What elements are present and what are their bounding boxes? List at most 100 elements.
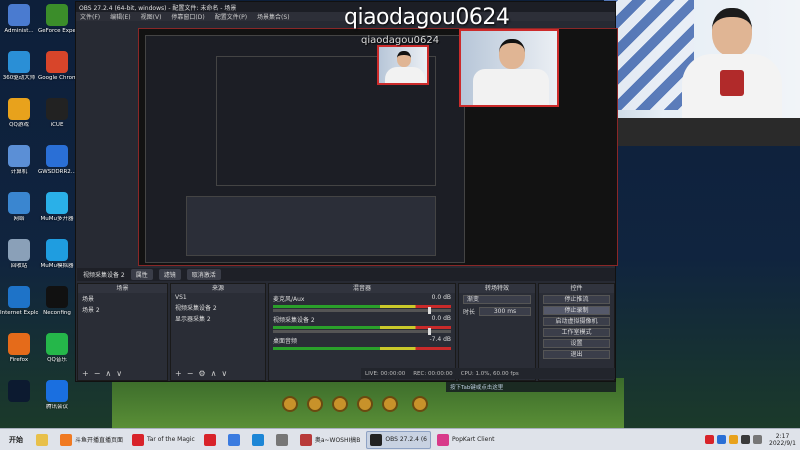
explorer-icon xyxy=(36,433,48,446)
desktop-icon-label: MuMu多开器 xyxy=(40,216,74,222)
source-item[interactable]: 视频采集设备 2 xyxy=(171,302,265,313)
start-button[interactable]: 开始 xyxy=(2,431,30,449)
menu-profile[interactable]: 配置文件(P) xyxy=(215,12,247,21)
settings-button[interactable]: 设置 xyxy=(543,339,610,348)
tray-keyboard-icon[interactable] xyxy=(717,435,727,444)
taskbar-button-label: 斗鱼开播直播页面 xyxy=(75,437,124,444)
tray-antivirus-icon[interactable] xyxy=(705,435,715,444)
desktop-icon-label: 360驱动大师 xyxy=(2,75,36,81)
taskbar-button[interactable] xyxy=(201,431,222,449)
taskbar-button[interactable]: 斗鱼开播直播页面 xyxy=(57,431,126,449)
menu-view[interactable]: 视图(V) xyxy=(141,12,162,21)
transitions-title: 转场特效 xyxy=(459,284,535,293)
desktop-icon[interactable]: GWSDDRR2... xyxy=(38,145,76,175)
blue-square-icon xyxy=(46,145,68,167)
volume-meter xyxy=(273,347,451,350)
nested-webcam-thumb xyxy=(377,45,429,85)
source-item[interactable]: 显示器采集 2 xyxy=(171,313,265,324)
desktop-icon[interactable]: QQ游戏 xyxy=(0,98,38,128)
studio-mode-button[interactable]: 工作室模式 xyxy=(543,328,610,337)
channel-name: 视频采集设备 2 xyxy=(273,317,315,324)
desktop-icon[interactable]: 网络 xyxy=(0,192,38,222)
transition-select[interactable]: 渐变 xyxy=(463,295,531,304)
webcam-source-thumb[interactable] xyxy=(459,29,559,107)
game-ui-icon xyxy=(307,396,323,412)
blue-circle-icon xyxy=(251,433,264,446)
deactivate-button[interactable]: 取消激活 xyxy=(186,269,221,280)
desktop-icon[interactable]: MuMu模拟器 xyxy=(38,239,76,269)
desktop-icon[interactable]: 计算机 xyxy=(0,145,38,175)
desktop-icon[interactable]: Firefox xyxy=(0,333,38,363)
obs-preview[interactable] xyxy=(138,28,618,266)
filters-button[interactable]: 滤镜 xyxy=(158,269,181,280)
source-toolbar: 视频采集设备 2 属性 滤镜 取消激活 xyxy=(77,268,615,281)
desktop-icon[interactable]: 腾讯会议 xyxy=(38,380,76,410)
desktop-icon-label: 腾讯会议 xyxy=(45,404,68,410)
tray-volume-icon[interactable] xyxy=(753,435,763,444)
volume-slider[interactable] xyxy=(273,307,451,314)
scenes-add-remove-icons[interactable]: +−∧∨ xyxy=(82,369,127,378)
sources-add-remove-icons[interactable]: +−⚙∧∨ xyxy=(175,369,232,378)
taskbar-button[interactable] xyxy=(33,431,54,449)
taskbar-button[interactable]: 奥a~WOSHI搞B xyxy=(297,431,364,449)
mumu-icon xyxy=(46,192,68,214)
watermark-text: qiaodagou0624 xyxy=(344,5,510,30)
menu-scene-collection[interactable]: 场景集合(S) xyxy=(257,12,290,21)
channel-db: 0.0 dB xyxy=(431,315,451,322)
duration-input[interactable]: 300 ms xyxy=(479,307,531,316)
desktop-icon[interactable]: GeForce Experience xyxy=(38,4,76,34)
desktop-icon[interactable]: 360驱动大师 xyxy=(0,51,38,81)
desktop-icon-label: GWSDDRR2... xyxy=(38,169,76,175)
desktop-icons: Administ... GeForce Experience 360驱动大师Goog… xyxy=(0,0,76,428)
stop-recording-button[interactable]: 停止录制 xyxy=(543,306,610,315)
desktop-icon[interactable]: Google Chrome xyxy=(38,51,76,81)
taskbar-button[interactable] xyxy=(273,431,294,449)
exit-button[interactable]: 退出 xyxy=(543,350,610,359)
taskbar-button[interactable] xyxy=(249,431,270,449)
channel-db: 0.0 dB xyxy=(431,294,451,301)
menu-file[interactable]: 文件(F) xyxy=(80,12,100,21)
mixer-dock: 混音器 麦克风/Aux 0.0 dB 视频采集设备 2 0.0 dB 桌面音频 … xyxy=(268,283,456,381)
taskbar-button[interactable]: Tar of the Magic xyxy=(129,431,198,449)
source-item[interactable]: VS1 xyxy=(171,293,265,302)
desktop-icon[interactable]: Neconfing xyxy=(38,286,76,316)
properties-button[interactable]: 属性 xyxy=(130,269,153,280)
virtual-camera-button[interactable]: 启动虚拟摄像机 xyxy=(543,317,610,326)
chrome-icon xyxy=(46,51,68,73)
taskbar-button[interactable]: PopKart Client xyxy=(434,431,498,449)
scenes-dock: 场景 场景 场景 2 +−∧∨ xyxy=(77,283,168,381)
mixer-channel: 视频采集设备 2 0.0 dB xyxy=(269,314,455,325)
scene-item[interactable]: 场景 2 xyxy=(78,304,167,315)
volume-slider[interactable] xyxy=(273,328,451,335)
desktop-icon[interactable]: 回收站 xyxy=(0,239,38,269)
desktop-icon[interactable]: Internet Explorer xyxy=(0,286,38,316)
taskbar-button[interactable]: OBS 27.2.4 (6 xyxy=(366,430,431,449)
desktop-icon[interactable]: Administ... xyxy=(0,4,38,34)
tray-app-icon[interactable] xyxy=(729,435,739,444)
mumu-emulator-icon xyxy=(46,239,68,261)
menu-edit[interactable]: 编辑(E) xyxy=(110,12,130,21)
live-time: LIVE: 00:00:00 xyxy=(365,370,406,377)
icue-icon xyxy=(46,98,68,120)
stop-streaming-button[interactable]: 停止推流 xyxy=(543,295,610,304)
clock-date: 2022/9/1 xyxy=(769,439,796,447)
menu-dock[interactable]: 停靠窗口(D) xyxy=(171,12,204,21)
taskbar-button[interactable] xyxy=(225,431,246,449)
desktop-icon[interactable]: MuMu多开器 xyxy=(38,192,76,222)
taskbar-button-label: PopKart Client xyxy=(452,436,495,443)
clock[interactable]: 2:17 2022/9/1 xyxy=(769,433,796,447)
clock-time: 2:17 xyxy=(775,432,790,440)
scene-item[interactable]: 场景 xyxy=(78,293,167,304)
game-ui-icon xyxy=(332,396,348,412)
tray-network-icon[interactable] xyxy=(741,435,751,444)
qq-music-icon xyxy=(46,333,68,355)
desktop-icon-label: 回收站 xyxy=(10,263,28,269)
desktop-icon[interactable]: iCUE xyxy=(38,98,76,128)
user-folder-icon xyxy=(8,4,30,26)
taskbar-button-label: Tar of the Magic xyxy=(147,436,195,443)
desktop-icon[interactable]: QQ音乐 xyxy=(38,333,76,363)
taskbar: 开始 斗鱼开播直播页面 Tar of the Magic 奥a~WOSHI搞B OBS… xyxy=(0,428,800,450)
desktop-icon[interactable] xyxy=(0,380,38,404)
qq-game-icon xyxy=(8,98,30,120)
volume-meter xyxy=(273,305,451,308)
